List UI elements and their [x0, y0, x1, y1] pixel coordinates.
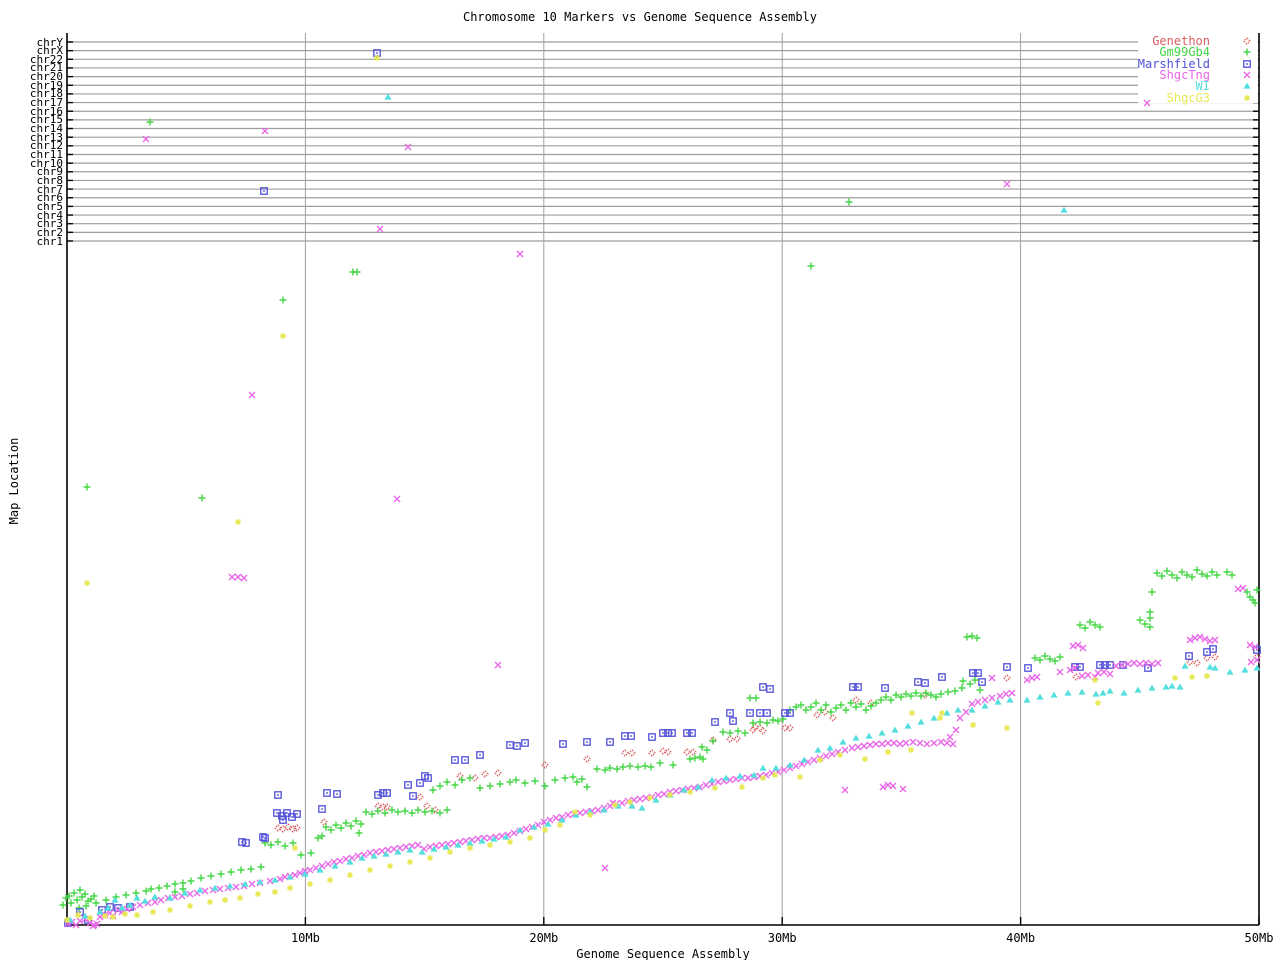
chart-title: Chromosome 10 Markers vs Genome Sequence…: [462, 10, 817, 24]
legend-marker-x-cross-icon: [1243, 71, 1251, 79]
chart-window: Chromosome 10 Markers vs Genome Sequence…: [0, 0, 1280, 960]
x-tick-label-20Mb: 20Mb: [529, 931, 559, 945]
y-axis-label: Map Location: [7, 437, 21, 525]
series-ShgcTng: [64, 99, 1261, 930]
x-tick-label-40Mb: 40Mb: [1006, 931, 1036, 945]
x-tick-label-10Mb: 10Mb: [290, 931, 320, 945]
legend-marker-square-dot-icon: [1243, 59, 1251, 68]
legend-label-ShgcG3: ShgcG3: [1166, 90, 1210, 105]
series-ShgcG3: [64, 55, 1210, 923]
x-tick-label-30Mb: 30Mb: [767, 931, 797, 945]
x-axis-label: Genome Sequence Assembly: [576, 947, 750, 960]
legend-row-Marshfield: Marshfield: [1000, 58, 1280, 70]
x-tick-label-50Mb: 50Mb: [1244, 931, 1274, 945]
legend-row-WI: WI: [1000, 80, 1280, 92]
legend-row-ShgcG3: ShgcG3: [1000, 92, 1280, 104]
chrom-label-chr1: chr1: [36, 234, 64, 248]
legend-row-ShgcTng: ShgcTng: [1000, 69, 1280, 81]
legend-marker-plus-icon: [1243, 48, 1251, 56]
plot-canvas: [59, 33, 1261, 930]
legend-marker-triangle-filled-icon: [1243, 82, 1251, 89]
series-WI: [66, 93, 1261, 923]
legend-row-Genethon: Genethon: [1000, 35, 1280, 47]
legend-marker-asterisk-icon: [1244, 94, 1250, 101]
series-Genethon: [274, 653, 1261, 833]
legend-label-ShgcTng: ShgcTng: [1159, 67, 1210, 82]
legend-marker-diamond-open-icon: [1243, 37, 1251, 45]
